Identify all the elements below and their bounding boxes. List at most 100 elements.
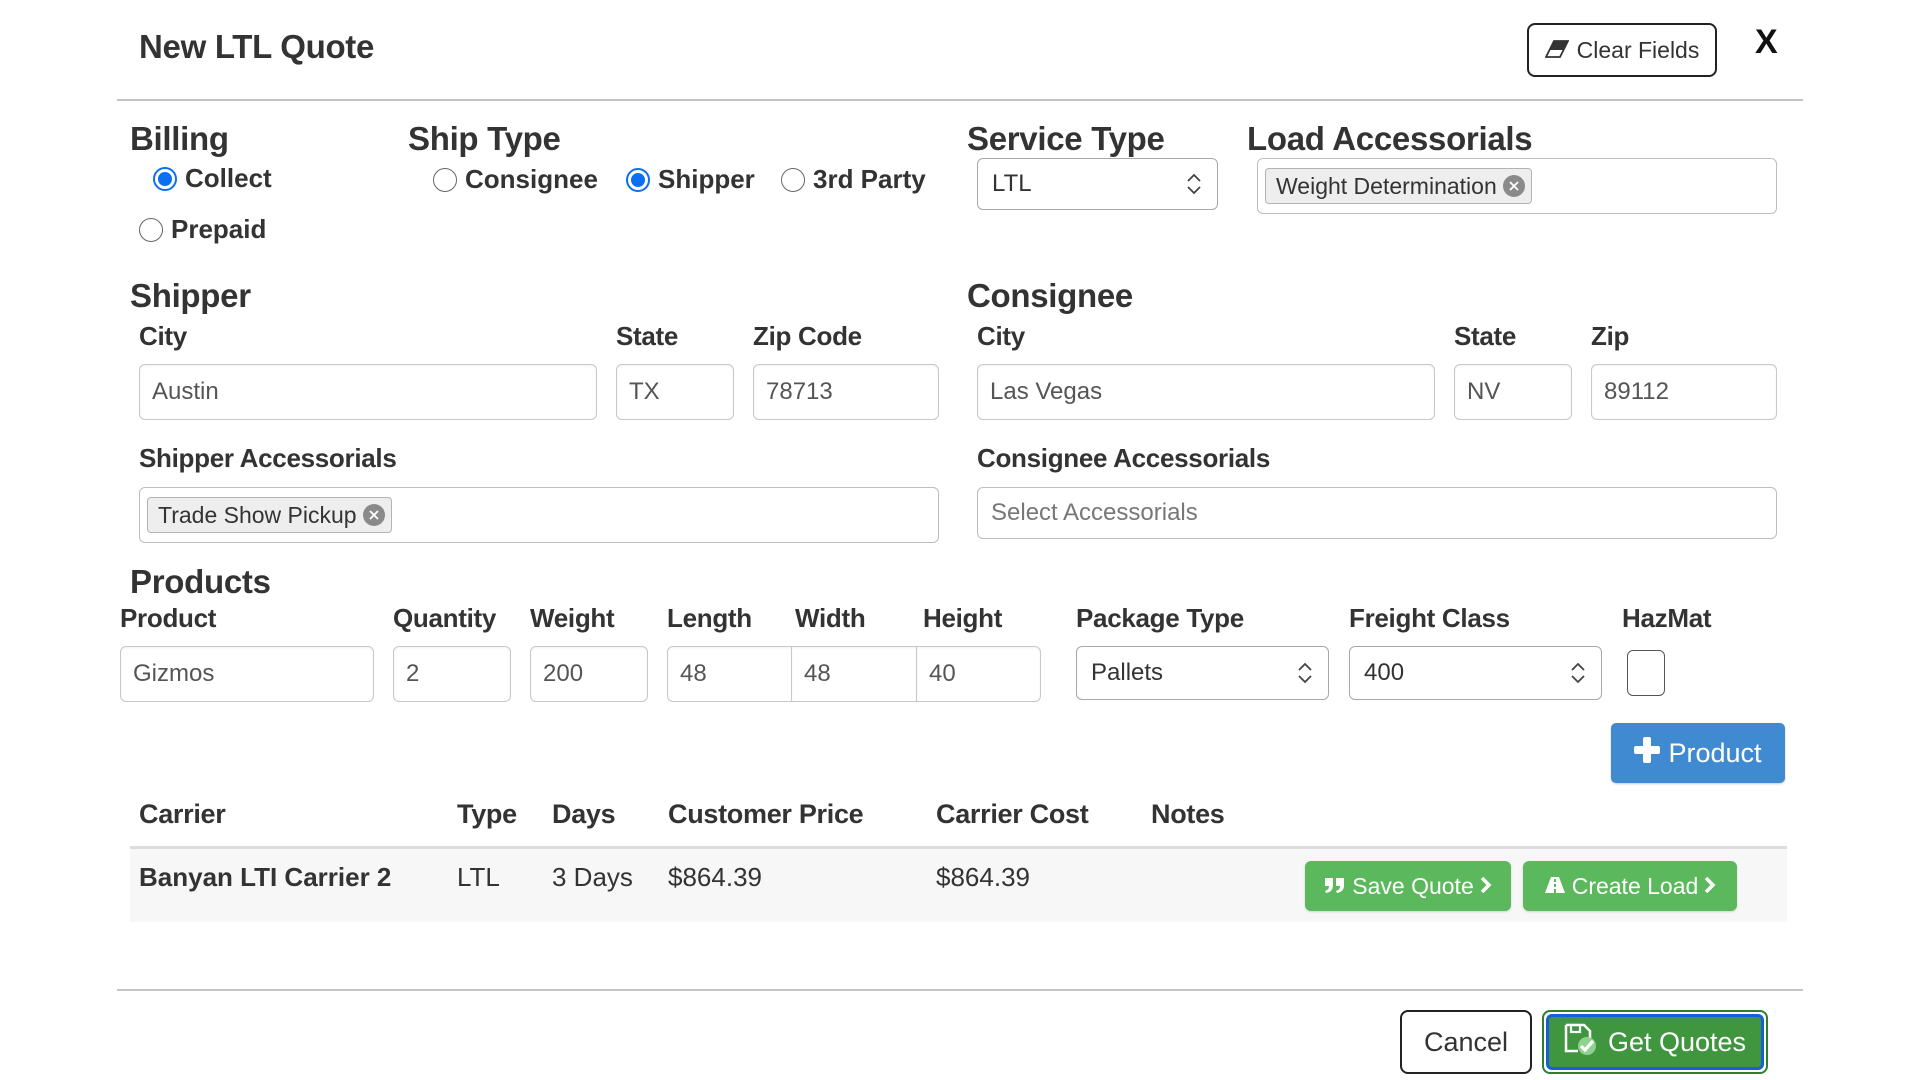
eraser-icon <box>1544 37 1570 64</box>
consignee-state-input[interactable]: NV <box>1454 364 1572 420</box>
shipper-city-input[interactable]: Austin <box>139 364 597 420</box>
shipper-accessorials-input[interactable]: Trade Show Pickup <box>139 487 939 543</box>
select-arrows-icon <box>1296 660 1314 686</box>
products-heading: Products <box>130 563 271 600</box>
billing-option-collect[interactable]: Collect <box>153 163 272 194</box>
consignee-state-label: State <box>1454 321 1517 351</box>
consignee-heading: Consignee <box>967 277 1133 314</box>
radio-shipper-label: Shipper <box>658 164 755 194</box>
height-input[interactable]: 40 <box>916 646 1041 702</box>
ship-type-heading: Ship Type <box>408 120 561 157</box>
package-type-value: Pallets <box>1091 659 1164 686</box>
chevron-right-icon <box>1704 873 1716 900</box>
radio-collect-label: Collect <box>185 163 272 193</box>
save-quote-button[interactable]: Save Quote <box>1305 861 1511 911</box>
clear-fields-label: Clear Fields <box>1576 36 1700 63</box>
consignee-accessorials-input[interactable]: Select Accessorials <box>977 487 1777 539</box>
shipper-city-label: City <box>139 321 187 351</box>
plus-icon <box>1634 736 1661 770</box>
footer-divider <box>117 989 1803 991</box>
length-input[interactable]: 48 <box>667 646 793 702</box>
radio-shipper[interactable] <box>626 167 650 192</box>
service-type-value: LTL <box>992 170 1032 197</box>
billing-heading: Billing <box>130 120 229 157</box>
create-load-button[interactable]: Create Load <box>1523 861 1737 911</box>
road-icon <box>1544 873 1566 900</box>
chevron-right-icon <box>1480 873 1492 900</box>
weight-input[interactable]: 200 <box>530 646 648 702</box>
col-header-days: Days <box>552 799 616 829</box>
col-header-notes: Notes <box>1151 799 1225 829</box>
accessorial-tag-label: Trade Show Pickup <box>158 501 357 528</box>
shipper-accessorials-label: Shipper Accessorials <box>139 443 397 473</box>
cell-days: 3 Days <box>552 862 633 892</box>
product-name-input[interactable]: Gizmos <box>120 646 374 702</box>
freight-class-value: 400 <box>1364 659 1405 686</box>
ship-type-option-3rd-party[interactable]: 3rd Party <box>781 164 926 195</box>
accessorial-tag-label: Weight Determination <box>1276 172 1497 199</box>
freight-class-col-label: Freight Class <box>1349 603 1510 633</box>
accessorial-tag: Trade Show Pickup <box>147 497 392 533</box>
get-quotes-label: Get Quotes <box>1607 1026 1747 1057</box>
consignee-city-input[interactable]: Las Vegas <box>977 364 1435 420</box>
cell-customer-price: $864.39 <box>668 862 762 892</box>
remove-tag-icon[interactable] <box>1502 175 1525 197</box>
hazmat-col-label: HazMat <box>1622 603 1712 633</box>
consignee-city-label: City <box>977 321 1025 351</box>
width-col-label: Width <box>795 603 866 633</box>
cell-carrier: Banyan LTI Carrier 2 <box>139 862 392 892</box>
consignee-zip-input[interactable]: 89112 <box>1591 364 1777 420</box>
dialog-title: New LTL Quote <box>139 28 375 65</box>
radio-consignee-label: Consignee <box>465 164 598 194</box>
add-product-button[interactable]: Product <box>1611 723 1785 783</box>
hazmat-checkbox[interactable] <box>1627 650 1665 696</box>
consignee-zip-label: Zip <box>1591 321 1630 351</box>
cell-type: LTL <box>457 862 500 892</box>
create-load-label: Create Load <box>1571 872 1699 899</box>
weight-col-label: Weight <box>530 603 615 633</box>
quantity-col-label: Quantity <box>393 603 497 633</box>
clear-fields-button[interactable]: Clear Fields <box>1527 23 1717 77</box>
package-type-col-label: Package Type <box>1076 603 1244 633</box>
col-header-type: Type <box>457 799 517 829</box>
close-button[interactable]: X <box>1755 22 1778 62</box>
cancel-button[interactable]: Cancel <box>1400 1010 1532 1074</box>
consignee-accessorials-label: Consignee Accessorials <box>977 443 1271 473</box>
radio-prepaid[interactable] <box>139 217 163 242</box>
col-header-customer-price: Customer Price <box>668 799 864 829</box>
load-accessorials-input[interactable]: Weight Determination <box>1257 158 1777 214</box>
length-col-label: Length <box>667 603 752 633</box>
shipper-state-input[interactable]: TX <box>616 364 734 420</box>
billing-option-prepaid[interactable]: Prepaid <box>139 214 266 245</box>
col-header-carrier-cost: Carrier Cost <box>936 799 1089 829</box>
service-type-select[interactable]: LTL <box>977 158 1218 210</box>
height-col-label: Height <box>923 603 1003 633</box>
ship-type-option-shipper[interactable]: Shipper <box>626 164 755 195</box>
width-input[interactable]: 48 <box>791 646 918 702</box>
consignee-accessorials-placeholder: Select Accessorials <box>991 499 1198 526</box>
radio-prepaid-label: Prepaid <box>171 214 267 244</box>
freight-class-select[interactable]: 400 <box>1349 646 1602 700</box>
shipper-heading: Shipper <box>130 277 251 314</box>
cell-carrier-cost: $864.39 <box>936 862 1030 892</box>
cancel-label: Cancel <box>1423 1026 1509 1057</box>
radio-consignee[interactable] <box>433 167 457 192</box>
accessorial-tag: Weight Determination <box>1265 168 1532 204</box>
save-quote-label: Save Quote <box>1352 872 1474 899</box>
radio-3rd-party-label: 3rd Party <box>813 164 926 194</box>
load-accessorials-heading: Load Accessorials <box>1247 120 1533 157</box>
ship-type-option-consignee[interactable]: Consignee <box>433 164 598 195</box>
get-quotes-button[interactable]: Get Quotes <box>1542 1010 1768 1074</box>
quantity-input[interactable]: 2 <box>393 646 511 702</box>
product-col-label: Product <box>120 603 217 633</box>
select-arrows-icon <box>1569 660 1587 686</box>
radio-collect[interactable] <box>153 166 177 191</box>
header-divider <box>117 99 1803 101</box>
remove-tag-icon[interactable] <box>362 504 385 526</box>
package-type-select[interactable]: Pallets <box>1076 646 1329 700</box>
add-product-label: Product <box>1668 737 1762 768</box>
radio-3rd-party[interactable] <box>781 167 805 192</box>
shipper-zip-input[interactable]: 78713 <box>753 364 939 420</box>
service-type-heading: Service Type <box>967 120 1165 157</box>
save-check-icon <box>1564 1023 1598 1062</box>
